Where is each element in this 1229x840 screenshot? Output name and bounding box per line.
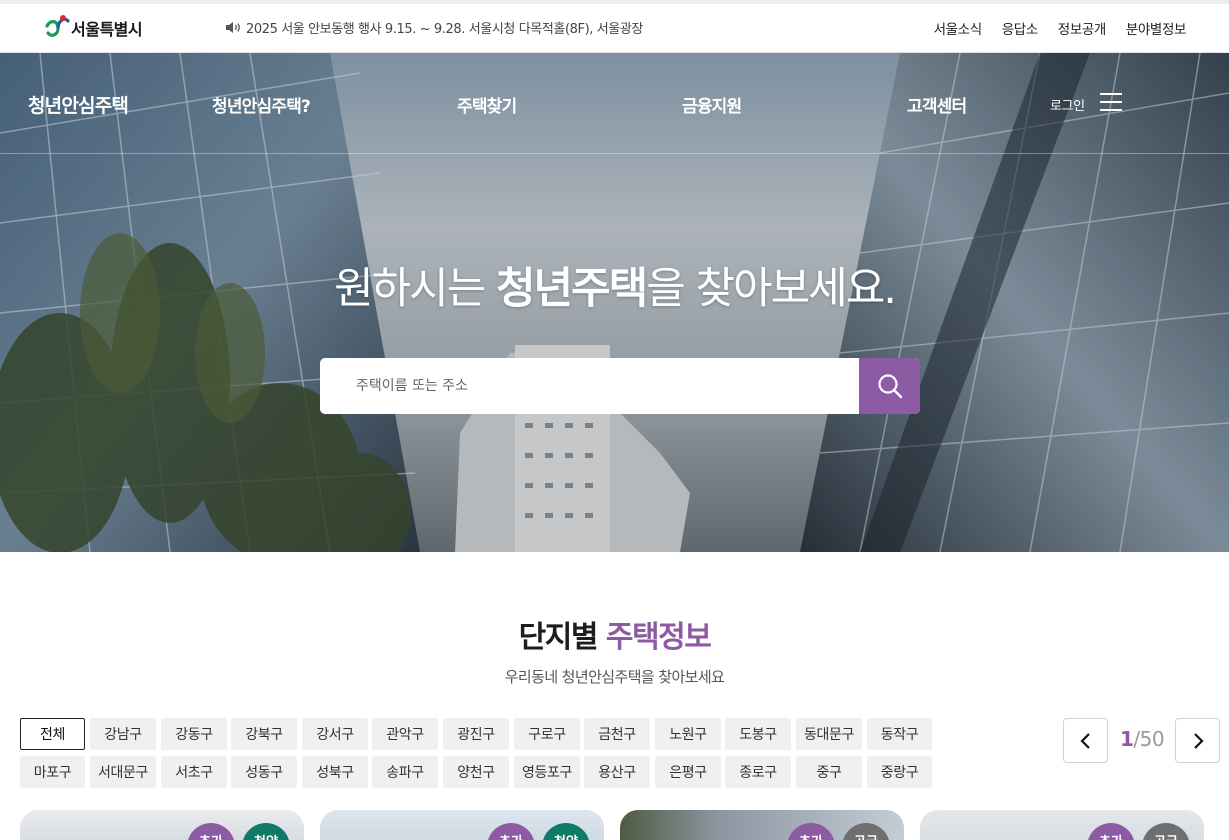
- next-page-button[interactable]: [1175, 718, 1220, 763]
- card-badge: 추가: [787, 823, 835, 840]
- chevron-right-icon: [1193, 732, 1204, 749]
- menu-find-housing[interactable]: 주택찾기: [457, 92, 517, 117]
- search-input[interactable]: [320, 358, 859, 414]
- district-tab[interactable]: 동대문구: [796, 718, 862, 750]
- card-pagination: 1/50: [1063, 718, 1220, 763]
- district-tab[interactable]: 서초구: [161, 756, 227, 788]
- district-tab[interactable]: 강북구: [231, 718, 297, 750]
- district-tab[interactable]: 구로구: [514, 718, 580, 750]
- utility-bar: 서울특별시 2025 서울 안보동행 행사 9.15. ~ 9.28. 서울시청…: [0, 0, 1229, 53]
- district-tab[interactable]: 중구: [796, 756, 862, 788]
- hero-title-emphasis: 청년주택: [495, 264, 648, 314]
- district-tab[interactable]: 강남구: [90, 718, 156, 750]
- seoul-logo[interactable]: 서울특별시: [44, 13, 143, 43]
- housing-card[interactable]: 추가 청약: [20, 810, 304, 840]
- section-title-accent: 주택정보: [605, 620, 712, 655]
- district-tab[interactable]: 영등포구: [514, 756, 580, 788]
- section-subtitle: 우리동네 청년안심주택을 찾아보세요: [504, 668, 725, 686]
- district-tab[interactable]: 노원구: [655, 718, 721, 750]
- card-badge: 청약: [242, 823, 290, 840]
- housing-card[interactable]: 추가 공급: [920, 810, 1204, 840]
- district-tab[interactable]: 성북구: [302, 756, 368, 788]
- district-tab[interactable]: 양천구: [443, 756, 509, 788]
- district-tab[interactable]: 서대문구: [90, 756, 156, 788]
- district-tab[interactable]: 마포구: [20, 756, 85, 788]
- district-tab[interactable]: 은평구: [655, 756, 721, 788]
- district-tab[interactable]: 동작구: [867, 718, 932, 750]
- seoul-logo-text: 서울특별시: [71, 20, 143, 39]
- district-tab[interactable]: 도봉구: [725, 718, 791, 750]
- card-badge: 추가: [187, 823, 235, 840]
- link-field-info[interactable]: 분야별정보: [1126, 18, 1187, 38]
- district-tab[interactable]: 중랑구: [867, 756, 932, 788]
- card-badge: 공급: [1142, 823, 1190, 840]
- notice-ticker[interactable]: 2025 서울 안보동행 행사 9.15. ~ 9.28. 서울시청 다목적홀(…: [225, 18, 643, 37]
- hero-banner: 청년안심주택 청년안심주택? 주택찾기 금융지원 고객센터 로그인 원하시는 청…: [0, 53, 1229, 552]
- card-badge: 추가: [487, 823, 535, 840]
- utility-links: 서울소식 응답소 정보공개 분야별정보: [934, 18, 1187, 38]
- total-pages: 50: [1139, 727, 1165, 751]
- district-tab[interactable]: 금천구: [584, 718, 650, 750]
- district-tab[interactable]: 광진구: [443, 718, 509, 750]
- hero-title-end: 을 찾아보세요.: [646, 264, 897, 314]
- seoul-logo-icon: [45, 15, 70, 37]
- chevron-left-icon: [1079, 732, 1090, 749]
- district-tab[interactable]: 용산구: [584, 756, 650, 788]
- search-icon: [877, 374, 902, 399]
- search-button[interactable]: [859, 358, 920, 414]
- site-brand[interactable]: 청년안심주택: [28, 91, 129, 118]
- speaker-icon: [226, 22, 240, 33]
- hero-title: 원하시는 청년주택을 찾아보세요.: [0, 254, 1229, 316]
- card-badge: 추가: [1087, 823, 1135, 840]
- menu-financial-support[interactable]: 금융지원: [682, 92, 742, 117]
- menu-customer-center[interactable]: 고객센터: [907, 92, 967, 117]
- district-tab[interactable]: 성동구: [231, 756, 297, 788]
- district-tab[interactable]: 관악구: [372, 718, 438, 750]
- hamburger-icon[interactable]: [1100, 93, 1122, 111]
- notice-text: 2025 서울 안보동행 행사 9.15. ~ 9.28. 서울시청 다목적홀(…: [246, 22, 643, 37]
- link-eungdapso[interactable]: 응답소: [1002, 18, 1038, 38]
- district-tab[interactable]: 송파구: [372, 756, 438, 788]
- page-indicator: 1/50: [1115, 727, 1169, 751]
- housing-card[interactable]: 추가 청약: [320, 810, 604, 840]
- district-tab[interactable]: 종로구: [725, 756, 791, 788]
- search-bar: [320, 358, 920, 414]
- card-badge: 청약: [542, 823, 590, 840]
- main-navigation: 청년안심주택 청년안심주택? 주택찾기 금융지원 고객센터 로그인: [0, 53, 1229, 154]
- menu-about[interactable]: 청년안심주택?: [212, 92, 311, 117]
- hero-title-start: 원하시는: [334, 264, 496, 314]
- district-tab[interactable]: 강동구: [161, 718, 227, 750]
- login-link[interactable]: 로그인: [1050, 95, 1085, 114]
- housing-card[interactable]: 추가 공급: [620, 810, 904, 840]
- district-tab[interactable]: 강서구: [302, 718, 368, 750]
- current-page: 1: [1119, 727, 1134, 751]
- section-title: 단지별 주택정보: [0, 612, 1229, 656]
- prev-page-button[interactable]: [1063, 718, 1108, 763]
- section-title-main: 단지별: [518, 620, 606, 655]
- card-badge: 공급: [842, 823, 890, 840]
- link-info-disclosure[interactable]: 정보공개: [1058, 18, 1106, 38]
- link-seoul-news[interactable]: 서울소식: [934, 18, 982, 38]
- district-tab-all[interactable]: 전체: [20, 718, 85, 750]
